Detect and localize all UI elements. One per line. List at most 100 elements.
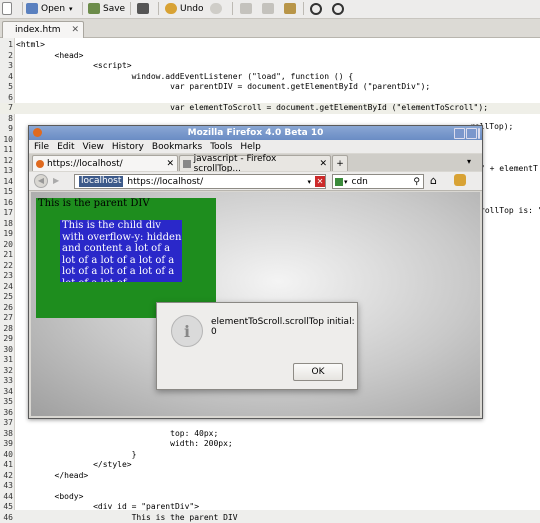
line-number: 42	[0, 471, 13, 482]
menu-item-edit[interactable]: Edit	[57, 142, 74, 152]
line-number: 12	[0, 156, 13, 167]
line-number: 37	[0, 418, 13, 429]
print-button[interactable]	[137, 1, 152, 16]
editor-toolbar: Open▾ Save Undo	[0, 0, 540, 19]
forward-icon[interactable]: ▶	[53, 176, 59, 185]
line-number: 33	[0, 376, 13, 387]
line-number: 46	[0, 513, 13, 523]
open-button[interactable]: Open▾	[26, 1, 73, 16]
firefox-logo-icon	[33, 128, 42, 137]
line-number: 21	[0, 250, 13, 261]
code-line: 8	[0, 114, 540, 125]
chevron-down-icon[interactable]: ▾	[69, 5, 73, 13]
line-number: 25	[0, 292, 13, 303]
line-code: </style>	[16, 460, 132, 471]
cut-button[interactable]	[240, 1, 255, 16]
page-content: This is the parent DIV This is the child…	[31, 192, 480, 416]
line-number: 36	[0, 408, 13, 419]
menu-item-file[interactable]: File	[34, 142, 49, 152]
cut-icon	[240, 3, 252, 14]
menu-item-help[interactable]: Help	[240, 142, 261, 152]
line-code: <script>	[16, 61, 132, 72]
menu-item-bookmarks[interactable]: Bookmarks	[152, 142, 202, 152]
line-number: 22	[0, 261, 13, 272]
site-identity[interactable]: localhost	[79, 176, 123, 187]
close-tab-icon[interactable]: ✕	[166, 159, 174, 169]
search-icon	[310, 3, 322, 15]
home-icon[interactable]: ⌂	[430, 174, 437, 187]
line-code: top: 40px;	[16, 429, 218, 440]
line-number: 19	[0, 229, 13, 240]
print-icon	[137, 3, 149, 14]
code-line: 43	[0, 481, 540, 492]
tab-stackoverflow[interactable]: javascript - Firefox scrollTop... ✕	[179, 155, 331, 171]
menu-item-view[interactable]: View	[83, 142, 104, 152]
line-number: 8	[0, 114, 13, 125]
menu-item-history[interactable]: History	[112, 142, 144, 152]
save-label: Save	[103, 4, 125, 14]
undo-button[interactable]: Undo	[165, 1, 204, 16]
line-number: 26	[0, 303, 13, 314]
line-number: 38	[0, 429, 13, 440]
menu-item-tools[interactable]: Tools	[210, 142, 232, 152]
line-number: 2	[0, 51, 13, 62]
search-button[interactable]	[310, 1, 325, 16]
line-number: 5	[0, 82, 13, 93]
back-icon[interactable]: ◀	[34, 174, 48, 188]
line-number: 28	[0, 324, 13, 335]
addon-icon[interactable]	[454, 174, 466, 186]
save-button[interactable]: Save	[88, 1, 125, 16]
line-number: 18	[0, 219, 13, 230]
new-file-button[interactable]	[2, 1, 15, 16]
code-line: 1<html>	[0, 40, 540, 51]
line-number: 11	[0, 145, 13, 156]
search-replace-button[interactable]	[332, 1, 347, 16]
line-number: 20	[0, 240, 13, 251]
line-number: 6	[0, 93, 13, 104]
minimize-icon[interactable]	[454, 128, 465, 139]
line-code: window.addEventListener ("load", functio…	[16, 72, 353, 83]
close-tab-icon[interactable]: ✕	[319, 159, 327, 169]
code-line: 6	[0, 93, 540, 104]
line-code: width: 200px;	[16, 439, 233, 450]
chevron-down-icon[interactable]: ▾	[307, 178, 311, 186]
code-line: 42 </head>	[0, 471, 540, 482]
line-number: 23	[0, 271, 13, 282]
search-bar[interactable]: ▾ cdn ⚲	[332, 174, 424, 189]
copy-button[interactable]	[262, 1, 277, 16]
editor-tab-bar: index.htm ✕	[0, 19, 540, 38]
line-code: var parentDIV = document.getElementById …	[16, 82, 430, 93]
search-replace-icon	[332, 3, 344, 15]
menu-bar: File Edit View History Bookmarks Tools Help	[29, 140, 482, 153]
search-engine-icon[interactable]	[335, 178, 343, 186]
chevron-down-icon[interactable]: ▾	[344, 178, 348, 186]
tab-index-htm[interactable]: index.htm ✕	[2, 21, 84, 38]
line-number: 1	[0, 40, 13, 51]
code-line: 4 window.addEventListener ("load", funct…	[0, 72, 540, 83]
child-div: This is the child div with overflow-y: h…	[60, 220, 182, 282]
code-line: 2 <head>	[0, 51, 540, 62]
firefox-titlebar[interactable]: Mozilla Firefox 4.0 Beta 10	[29, 126, 482, 140]
plus-icon: +	[336, 159, 344, 169]
tab-localhost[interactable]: https://localhost/ ✕	[32, 155, 178, 171]
code-line: 46 This is the parent DIV	[0, 513, 540, 523]
info-icon: i	[171, 315, 203, 347]
code-line: 7 var elementToScroll = document.getElem…	[0, 103, 540, 114]
redo-button[interactable]	[210, 1, 225, 16]
line-number: 44	[0, 492, 13, 503]
copy-icon	[262, 3, 274, 14]
tab-list-icon[interactable]: ▾	[467, 157, 471, 166]
stop-icon[interactable]: ✕	[315, 176, 325, 187]
paste-button[interactable]	[284, 1, 299, 16]
url-bar[interactable]: localhost https://localhost/ ▾ ✕	[74, 174, 326, 189]
maximize-icon[interactable]	[466, 128, 477, 139]
search-icon[interactable]: ⚲	[413, 177, 420, 187]
close-icon[interactable]: ✕	[71, 25, 79, 35]
line-code: </head>	[16, 471, 88, 482]
line-number: 10	[0, 135, 13, 146]
browser-tab-bar: https://localhost/ ✕ javascript - Firefo…	[29, 154, 482, 171]
ok-button[interactable]: OK	[293, 363, 343, 381]
close-window-icon[interactable]	[478, 128, 480, 139]
new-tab-button[interactable]: +	[332, 155, 348, 171]
code-line: 38 top: 40px;	[0, 429, 540, 440]
